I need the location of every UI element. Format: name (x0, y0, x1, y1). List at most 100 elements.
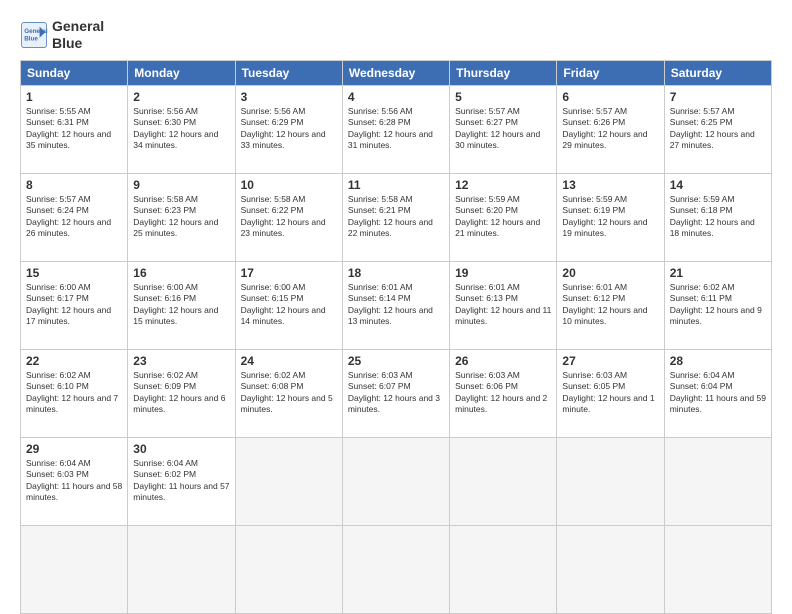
day-info: Sunrise: 5:55 AMSunset: 6:31 PMDaylight:… (26, 106, 111, 150)
calendar-cell: 24 Sunrise: 6:02 AMSunset: 6:08 PMDaylig… (235, 349, 342, 437)
calendar-cell: 25 Sunrise: 6:03 AMSunset: 6:07 PMDaylig… (342, 349, 449, 437)
day-number: 1 (26, 90, 122, 104)
calendar-cell: 7 Sunrise: 5:57 AMSunset: 6:25 PMDayligh… (664, 85, 771, 173)
header-wednesday: Wednesday (342, 60, 449, 85)
day-info: Sunrise: 5:56 AMSunset: 6:28 PMDaylight:… (348, 106, 433, 150)
calendar-cell: 13 Sunrise: 5:59 AMSunset: 6:19 PMDaylig… (557, 173, 664, 261)
day-info: Sunrise: 5:56 AMSunset: 6:30 PMDaylight:… (133, 106, 218, 150)
calendar-cell: 22 Sunrise: 6:02 AMSunset: 6:10 PMDaylig… (21, 349, 128, 437)
day-number: 12 (455, 178, 551, 192)
svg-text:Blue: Blue (24, 35, 38, 42)
calendar-cell: 15 Sunrise: 6:00 AMSunset: 6:17 PMDaylig… (21, 261, 128, 349)
day-number: 18 (348, 266, 444, 280)
header-sunday: Sunday (21, 60, 128, 85)
calendar-table: Sunday Monday Tuesday Wednesday Thursday… (20, 60, 772, 614)
calendar-cell (342, 437, 449, 525)
day-info: Sunrise: 5:57 AMSunset: 6:24 PMDaylight:… (26, 194, 111, 238)
day-info: Sunrise: 6:01 AMSunset: 6:13 PMDaylight:… (455, 282, 551, 326)
header-monday: Monday (128, 60, 235, 85)
day-info: Sunrise: 5:57 AMSunset: 6:25 PMDaylight:… (670, 106, 755, 150)
day-number: 30 (133, 442, 229, 456)
day-info: Sunrise: 5:58 AMSunset: 6:21 PMDaylight:… (348, 194, 433, 238)
calendar-cell: 11 Sunrise: 5:58 AMSunset: 6:21 PMDaylig… (342, 173, 449, 261)
calendar-cell (557, 525, 664, 613)
calendar-cell (235, 525, 342, 613)
day-number: 15 (26, 266, 122, 280)
day-info: Sunrise: 6:02 AMSunset: 6:11 PMDaylight:… (670, 282, 762, 326)
day-info: Sunrise: 5:59 AMSunset: 6:20 PMDaylight:… (455, 194, 540, 238)
calendar-cell: 23 Sunrise: 6:02 AMSunset: 6:09 PMDaylig… (128, 349, 235, 437)
calendar-cell: 16 Sunrise: 6:00 AMSunset: 6:16 PMDaylig… (128, 261, 235, 349)
day-number: 8 (26, 178, 122, 192)
day-number: 5 (455, 90, 551, 104)
day-info: Sunrise: 6:00 AMSunset: 6:17 PMDaylight:… (26, 282, 111, 326)
day-info: Sunrise: 6:02 AMSunset: 6:09 PMDaylight:… (133, 370, 225, 414)
logo-icon: General Blue (20, 21, 48, 49)
header: General Blue General Blue (20, 18, 772, 52)
calendar-cell: 20 Sunrise: 6:01 AMSunset: 6:12 PMDaylig… (557, 261, 664, 349)
calendar-cell (450, 437, 557, 525)
day-info: Sunrise: 6:01 AMSunset: 6:14 PMDaylight:… (348, 282, 433, 326)
day-number: 9 (133, 178, 229, 192)
calendar-week-row: 8 Sunrise: 5:57 AMSunset: 6:24 PMDayligh… (21, 173, 772, 261)
day-info: Sunrise: 5:58 AMSunset: 6:22 PMDaylight:… (241, 194, 326, 238)
calendar-cell: 3 Sunrise: 5:56 AMSunset: 6:29 PMDayligh… (235, 85, 342, 173)
day-number: 20 (562, 266, 658, 280)
logo: General Blue General Blue (20, 18, 104, 52)
day-number: 14 (670, 178, 766, 192)
calendar-cell (21, 525, 128, 613)
day-info: Sunrise: 6:03 AMSunset: 6:05 PMDaylight:… (562, 370, 654, 414)
calendar-cell: 1 Sunrise: 5:55 AMSunset: 6:31 PMDayligh… (21, 85, 128, 173)
calendar-cell (557, 437, 664, 525)
day-number: 2 (133, 90, 229, 104)
header-friday: Friday (557, 60, 664, 85)
calendar-week-row: 22 Sunrise: 6:02 AMSunset: 6:10 PMDaylig… (21, 349, 772, 437)
calendar-cell: 30 Sunrise: 6:04 AMSunset: 6:02 PMDaylig… (128, 437, 235, 525)
calendar-body: 1 Sunrise: 5:55 AMSunset: 6:31 PMDayligh… (21, 85, 772, 613)
weekday-header-row: Sunday Monday Tuesday Wednesday Thursday… (21, 60, 772, 85)
calendar-cell (128, 525, 235, 613)
calendar-cell: 14 Sunrise: 5:59 AMSunset: 6:18 PMDaylig… (664, 173, 771, 261)
day-info: Sunrise: 5:57 AMSunset: 6:26 PMDaylight:… (562, 106, 647, 150)
day-info: Sunrise: 5:57 AMSunset: 6:27 PMDaylight:… (455, 106, 540, 150)
calendar-cell: 6 Sunrise: 5:57 AMSunset: 6:26 PMDayligh… (557, 85, 664, 173)
header-saturday: Saturday (664, 60, 771, 85)
day-number: 4 (348, 90, 444, 104)
day-info: Sunrise: 5:59 AMSunset: 6:19 PMDaylight:… (562, 194, 647, 238)
calendar-cell (664, 437, 771, 525)
day-number: 3 (241, 90, 337, 104)
day-number: 6 (562, 90, 658, 104)
day-info: Sunrise: 6:03 AMSunset: 6:07 PMDaylight:… (348, 370, 440, 414)
day-number: 16 (133, 266, 229, 280)
day-info: Sunrise: 5:58 AMSunset: 6:23 PMDaylight:… (133, 194, 218, 238)
calendar-cell: 19 Sunrise: 6:01 AMSunset: 6:13 PMDaylig… (450, 261, 557, 349)
calendar-cell: 12 Sunrise: 5:59 AMSunset: 6:20 PMDaylig… (450, 173, 557, 261)
calendar-cell: 27 Sunrise: 6:03 AMSunset: 6:05 PMDaylig… (557, 349, 664, 437)
day-number: 17 (241, 266, 337, 280)
logo-text-general: General (52, 18, 104, 35)
day-number: 22 (26, 354, 122, 368)
calendar-cell (235, 437, 342, 525)
calendar-cell (664, 525, 771, 613)
day-number: 21 (670, 266, 766, 280)
calendar-cell: 4 Sunrise: 5:56 AMSunset: 6:28 PMDayligh… (342, 85, 449, 173)
day-number: 25 (348, 354, 444, 368)
day-info: Sunrise: 6:01 AMSunset: 6:12 PMDaylight:… (562, 282, 647, 326)
calendar-cell: 5 Sunrise: 5:57 AMSunset: 6:27 PMDayligh… (450, 85, 557, 173)
calendar-cell: 29 Sunrise: 6:04 AMSunset: 6:03 PMDaylig… (21, 437, 128, 525)
day-info: Sunrise: 6:00 AMSunset: 6:16 PMDaylight:… (133, 282, 218, 326)
day-number: 11 (348, 178, 444, 192)
calendar-cell: 28 Sunrise: 6:04 AMSunset: 6:04 PMDaylig… (664, 349, 771, 437)
calendar-week-row: 29 Sunrise: 6:04 AMSunset: 6:03 PMDaylig… (21, 437, 772, 525)
day-info: Sunrise: 5:59 AMSunset: 6:18 PMDaylight:… (670, 194, 755, 238)
calendar-cell (450, 525, 557, 613)
calendar-cell: 17 Sunrise: 6:00 AMSunset: 6:15 PMDaylig… (235, 261, 342, 349)
day-number: 10 (241, 178, 337, 192)
day-info: Sunrise: 6:00 AMSunset: 6:15 PMDaylight:… (241, 282, 326, 326)
day-number: 13 (562, 178, 658, 192)
day-info: Sunrise: 6:04 AMSunset: 6:02 PMDaylight:… (133, 458, 229, 502)
calendar-cell: 10 Sunrise: 5:58 AMSunset: 6:22 PMDaylig… (235, 173, 342, 261)
calendar-page: General Blue General Blue Sunday Monday … (0, 0, 792, 612)
header-tuesday: Tuesday (235, 60, 342, 85)
calendar-cell: 21 Sunrise: 6:02 AMSunset: 6:11 PMDaylig… (664, 261, 771, 349)
